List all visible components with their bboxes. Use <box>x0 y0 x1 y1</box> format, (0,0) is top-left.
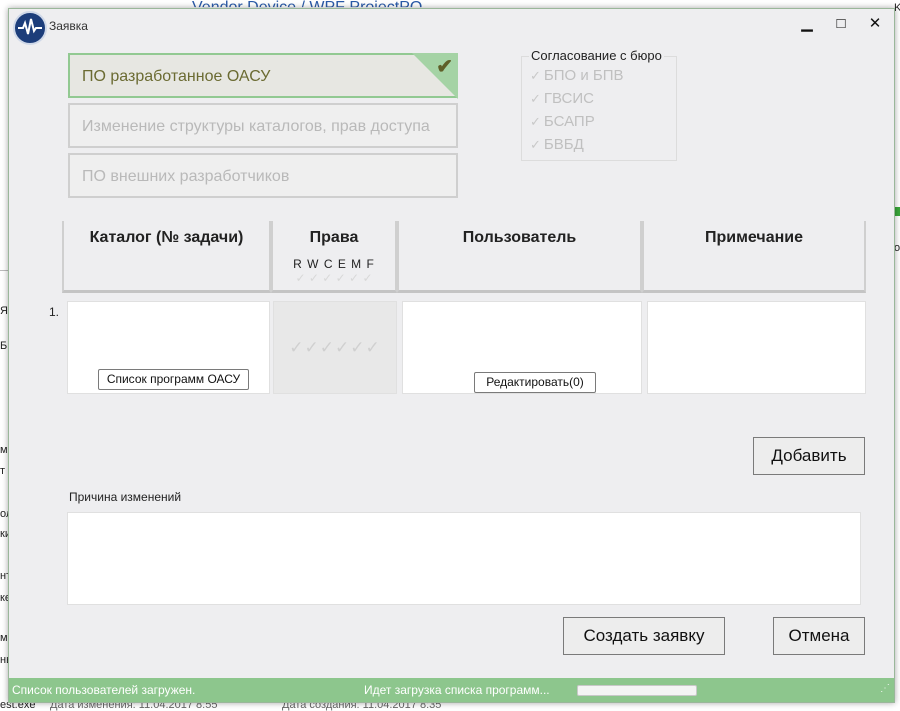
cancel-button[interactable]: Отмена <box>773 617 865 655</box>
loading-progress-bar <box>577 685 697 696</box>
add-button[interactable]: Добавить <box>753 437 865 475</box>
edit-users-button[interactable]: Редактировать(0) <box>474 372 596 393</box>
column-header-note: Примечание <box>642 221 866 293</box>
background-fragment: м <box>0 632 8 644</box>
check-icon: ✔ <box>436 56 453 78</box>
check-icon: ✓ <box>530 68 541 83</box>
minimize-button[interactable]: ▁ <box>793 13 821 35</box>
request-dialog: Заявка ▁ □ ✕ ПО разработанное ОАСУ ✔ Изм… <box>8 8 895 703</box>
approval-item-label: ГВСИС <box>543 90 594 107</box>
column-header-rights-label: Права <box>309 229 359 246</box>
request-type-label: ПО внешних разработчиков <box>82 168 290 185</box>
request-type-structure[interactable]: Изменение структуры каталогов, прав дост… <box>68 103 458 148</box>
approval-item-bpo[interactable]: ✓ БПО и БПВ <box>530 67 624 84</box>
approval-item-label: БСАПР <box>543 113 595 130</box>
app-logo-icon <box>13 11 47 45</box>
approval-group: Согласование с бюро ✓ БПО и БПВ ✓ ГВСИС ✓ Б… <box>521 48 677 161</box>
status-bar: Список пользователей загружен. Идет загр… <box>9 678 894 702</box>
approval-item-bsapr[interactable]: ✓ БСАПР <box>530 113 595 130</box>
background-fragment: т <box>0 465 6 477</box>
create-request-button[interactable]: Создать заявку <box>563 617 725 655</box>
column-header-catalog: Каталог (№ задачи) <box>62 221 271 293</box>
approval-item-bvbd[interactable]: ✓ БВБД <box>530 136 584 153</box>
close-button[interactable]: ✕ <box>861 13 889 35</box>
approval-item-label: БПО и БПВ <box>543 67 624 84</box>
reason-label: Причина изменений <box>69 490 182 504</box>
approval-legend: Согласование с бюро <box>529 48 664 63</box>
window-title: Заявка <box>49 19 88 33</box>
rights-cell: ✓✓✓✓✓✓ <box>273 301 397 394</box>
status-center-text: Идет загрузка списка программ... <box>364 683 550 697</box>
rights-letters: R W C E M F <box>293 257 375 271</box>
maximize-button[interactable]: □ <box>827 13 855 35</box>
note-cell[interactable] <box>647 301 866 394</box>
approval-item-label: БВБД <box>543 136 584 153</box>
rights-header-checks[interactable]: ✓ ✓ ✓ ✓ ✓ ✓ <box>273 271 395 285</box>
rights-checkboxes[interactable]: ✓✓✓✓✓✓ <box>274 338 396 358</box>
check-icon: ✓ <box>530 91 541 106</box>
program-list-button[interactable]: Список программ ОАСУ <box>98 369 249 390</box>
status-left-text: Список пользователей загружен. <box>12 683 196 697</box>
background-fragment: Б <box>0 340 8 352</box>
check-icon: ✓ <box>530 114 541 129</box>
background-fragment: м <box>0 444 8 456</box>
background-fragment: Я <box>0 305 8 317</box>
resize-grip-icon[interactable]: ⋰ <box>880 683 890 694</box>
request-type-oasu[interactable]: ПО разработанное ОАСУ ✔ <box>68 53 458 99</box>
user-cell: Редактировать(0) <box>402 301 642 394</box>
column-header-user: Пользователь <box>397 221 642 293</box>
reason-textarea[interactable] <box>67 512 861 605</box>
background-divider <box>0 270 8 271</box>
request-type-label: Изменение структуры каталогов, прав дост… <box>82 118 430 135</box>
request-type-label: ПО разработанное ОАСУ <box>82 68 271 85</box>
check-icon: ✓ <box>530 137 541 152</box>
approval-item-gvsis[interactable]: ✓ ГВСИС <box>530 90 594 107</box>
catalog-cell: Список программ ОАСУ <box>67 301 270 394</box>
request-type-external[interactable]: ПО внешних разработчиков <box>68 153 458 198</box>
row-number: 1. <box>49 305 60 319</box>
column-header-rights: Права R W C E M F ✓ ✓ ✓ ✓ ✓ ✓ <box>271 221 397 293</box>
